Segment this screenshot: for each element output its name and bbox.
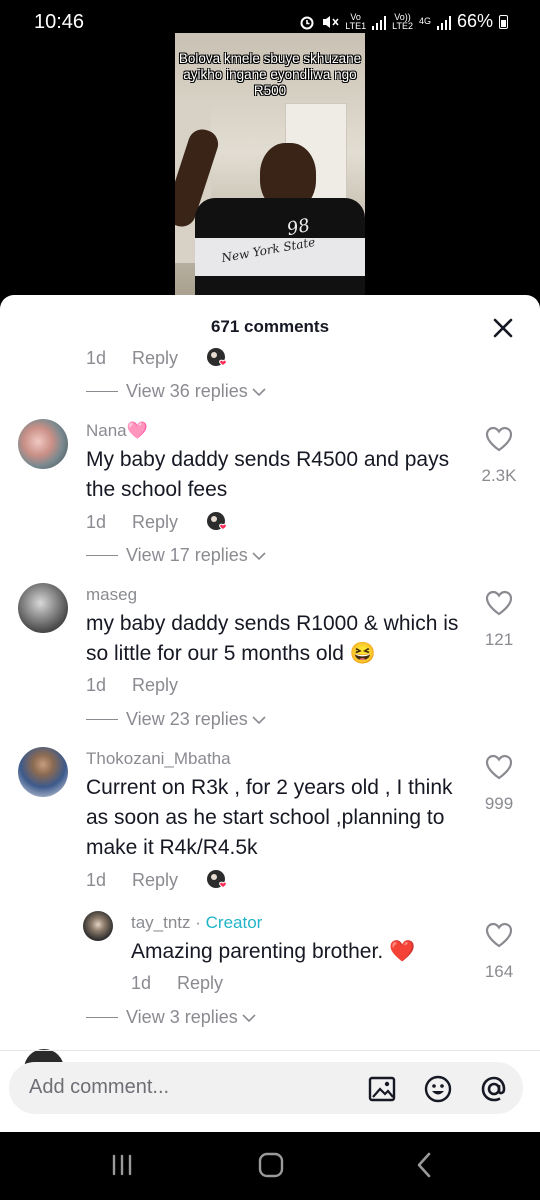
comment-time: 1d [86, 347, 107, 368]
comment-username[interactable]: maseg [86, 585, 137, 605]
comment-meta: 1d Reply [86, 511, 230, 533]
view-replies-toggle[interactable]: View 17 replies [86, 545, 267, 566]
creator-liked-avatar [206, 869, 230, 891]
close-icon[interactable] [490, 315, 516, 341]
alarm-icon [300, 16, 314, 29]
back-icon[interactable] [410, 1150, 440, 1180]
network1-label: Vo LTE1 [345, 11, 367, 31]
at-icon[interactable] [479, 1074, 509, 1104]
chevron-down-icon [252, 715, 266, 724]
view-replies-label: View 36 replies [126, 381, 248, 401]
divider [0, 1050, 540, 1051]
video-caption: Bolova kmele sbuye skhuzane ayikho ingan… [178, 51, 362, 98]
view-replies-label: View 23 replies [126, 709, 248, 729]
comment-text: My baby daddy sends R4500 and pays the s… [86, 448, 450, 501]
battery-percent: 66% [456, 11, 493, 31]
like-button[interactable]: 999 [469, 753, 529, 814]
add-comment-input[interactable]: Add comment... [29, 1076, 169, 1099]
view-replies-toggle[interactable]: View 36 replies [86, 381, 267, 402]
comment-time: 1d [86, 675, 107, 695]
view-replies-toggle[interactable]: View 23 replies [86, 709, 267, 730]
heart-outline-icon [485, 590, 513, 616]
reply-button[interactable]: Reply [132, 675, 178, 696]
comment-time: 1d [131, 973, 152, 993]
home-icon[interactable] [256, 1150, 286, 1180]
top-comment-meta: 1d Reply [86, 347, 230, 369]
comment-username[interactable]: Nana🩷 [86, 421, 148, 441]
creator-liked-avatar [206, 347, 230, 369]
like-button[interactable]: 2.3K [469, 425, 529, 486]
comment-text: Current on R3k , for 2 years old , I thi… [86, 776, 453, 859]
avatar[interactable] [18, 747, 68, 797]
comment-username[interactable]: Thokozani_Mbatha [86, 749, 231, 769]
status-time: 10:46 [34, 11, 85, 33]
like-count: 999 [484, 794, 514, 813]
comment-meta: 1d Reply [86, 675, 206, 696]
mute-icon [323, 15, 339, 28]
comment-text: my baby daddy sends R1000 & which is so … [86, 612, 459, 665]
reply-button[interactable]: Reply [177, 973, 223, 994]
chevron-down-icon [252, 551, 266, 560]
reply-username-line: tay_tntz · Creator [131, 913, 263, 932]
recents-icon[interactable] [107, 1150, 137, 1180]
gen-label: 4G [418, 16, 431, 26]
reply-button[interactable]: Reply [132, 870, 178, 891]
comment-time: 1d [86, 511, 107, 532]
comments-sheet: 671 comments 1d Reply View 36 replies Na… [0, 295, 540, 1132]
heart-outline-icon [485, 754, 513, 780]
battery-icon [499, 14, 508, 29]
video-preview[interactable]: 98 New York State Bolova kmele sbuye skh… [175, 33, 365, 298]
heart-outline-icon [485, 922, 513, 948]
system-nav-bar [0, 1132, 540, 1200]
network2-label: Vo)) LTE2 [392, 11, 413, 31]
creator-liked-avatar [206, 511, 230, 533]
comments-count-title: 671 comments [210, 317, 330, 336]
reply-meta: 1d Reply [131, 973, 251, 994]
like-button[interactable]: 164 [469, 921, 529, 982]
reply-username[interactable]: tay_tntz [131, 913, 191, 932]
like-count: 2.3K [481, 466, 517, 485]
like-button[interactable]: 121 [469, 589, 529, 650]
emoji-icon[interactable] [423, 1074, 453, 1104]
image-icon[interactable] [367, 1074, 397, 1104]
creator-badge: Creator [205, 913, 263, 932]
comment-time: 1d [86, 869, 107, 890]
avatar[interactable] [83, 911, 113, 941]
avatar[interactable] [18, 583, 68, 633]
chevron-down-icon [252, 387, 266, 396]
like-count: 121 [484, 630, 514, 649]
view-replies-label: View 3 replies [126, 1007, 238, 1027]
reply-button[interactable]: Reply [132, 512, 178, 533]
reply-text: Amazing parenting brother. ❤️ [131, 940, 416, 963]
avatar[interactable] [18, 419, 68, 469]
signal2-icon [436, 14, 451, 30]
heart-outline-icon [485, 426, 513, 452]
reply-button[interactable]: Reply [132, 348, 178, 369]
view-replies-label: View 17 replies [126, 545, 248, 565]
view-replies-toggle[interactable]: View 3 replies [86, 1007, 257, 1028]
add-comment-bar[interactable]: Add comment... [9, 1062, 523, 1114]
like-count: 164 [484, 962, 514, 981]
comment-meta: 1d Reply [86, 869, 230, 891]
status-icons: Vo LTE1 Vo)) LTE2 4G 66% [299, 11, 508, 32]
signal1-icon [372, 14, 387, 30]
chevron-down-icon [242, 1013, 256, 1022]
